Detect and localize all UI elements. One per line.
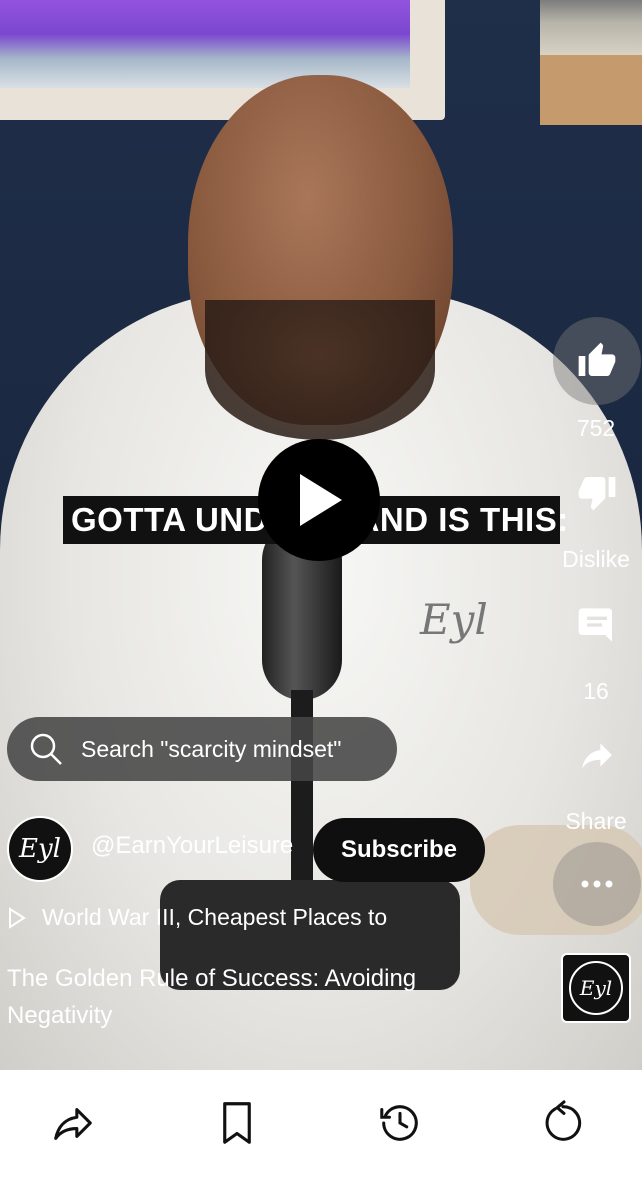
audio-thumbnail[interactable]: Eyl <box>561 953 631 1023</box>
comment-icon <box>578 608 612 642</box>
channel-handle[interactable]: @EarnYourLeisure <box>91 832 293 860</box>
share-icon <box>54 1108 92 1140</box>
short-title[interactable]: The Golden Rule of Success: Avoiding Neg… <box>7 960 477 1034</box>
share-button[interactable] <box>553 725 641 785</box>
bookmark-icon <box>223 1102 251 1144</box>
bookshelf-books <box>540 0 642 55</box>
playlist-link[interactable]: World War III, Cheapest Places to <box>8 904 387 931</box>
dislike-label: Dislike <box>562 546 630 572</box>
speaker-beard <box>205 300 435 440</box>
more-options-button[interactable] <box>553 842 641 926</box>
bookshelf <box>540 55 642 125</box>
more-horizontal-icon <box>581 880 613 888</box>
search-icon <box>30 733 62 765</box>
thumb-up-icon <box>578 342 616 376</box>
share-label: Share <box>565 808 627 834</box>
play-icon <box>300 474 342 526</box>
bottom-replay-button[interactable] <box>537 1097 589 1149</box>
thumb-down-icon <box>578 477 616 511</box>
channel-avatar[interactable]: Eyl <box>7 816 73 882</box>
replay-icon <box>545 1100 582 1141</box>
playlist-play-icon <box>9 906 26 929</box>
avatar-logo: Eyl <box>19 834 61 864</box>
search-suggestion-text: Search "scarcity mindset" <box>81 735 342 762</box>
play-button[interactable] <box>258 439 380 561</box>
search-suggestion[interactable]: Search "scarcity mindset" <box>7 717 397 781</box>
share-icon <box>582 743 612 769</box>
playlist-title: World War III, Cheapest Places to <box>42 904 388 930</box>
audio-thumbnail-logo: Eyl <box>569 961 623 1015</box>
like-count: 752 <box>576 415 616 441</box>
bottom-share-button[interactable] <box>47 1097 99 1149</box>
hoodie-logo: Eyl <box>420 595 488 644</box>
comment-count: 16 <box>583 678 609 704</box>
subscribe-button[interactable]: Subscribe <box>313 818 485 882</box>
dislike-button[interactable] <box>553 462 641 522</box>
like-button[interactable] <box>553 317 641 405</box>
video-player[interactable]: Eyl GOTTA UNDERSTAND IS THIS: Search "sc… <box>0 0 642 1070</box>
comment-button[interactable] <box>553 595 641 655</box>
bottom-save-button[interactable] <box>211 1097 263 1149</box>
bottom-history-button[interactable] <box>374 1097 426 1149</box>
history-icon <box>380 1105 418 1141</box>
